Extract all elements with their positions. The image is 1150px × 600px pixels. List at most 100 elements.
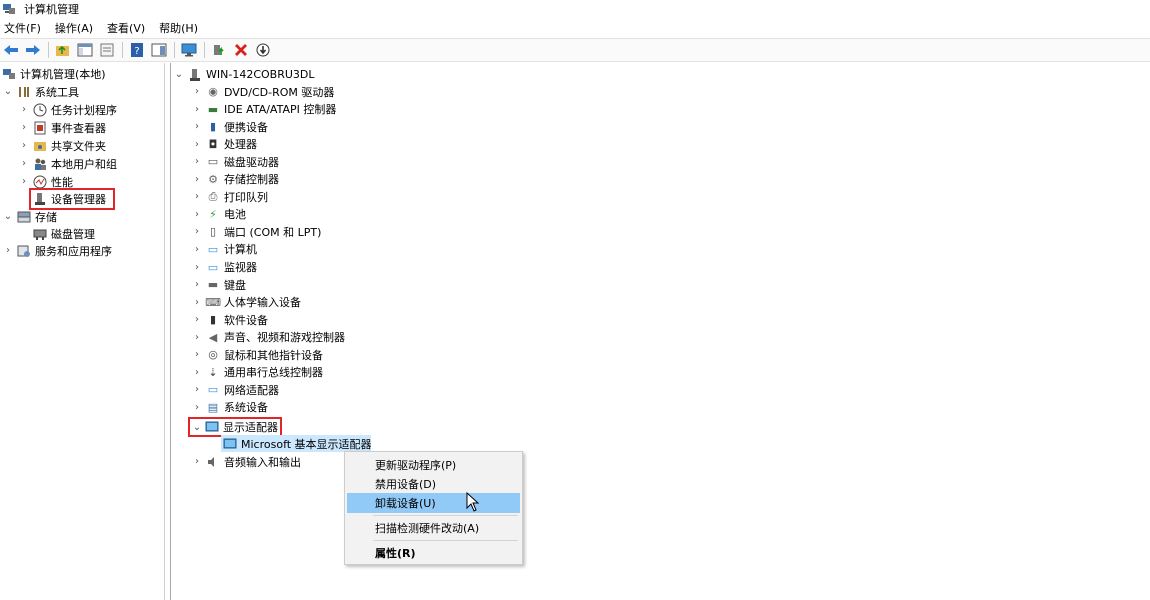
- chevron-right-icon[interactable]: ›: [191, 456, 203, 467]
- chevron-right-icon[interactable]: ›: [191, 156, 203, 167]
- tree-item-device-manager[interactable]: 设备管理器: [29, 188, 115, 210]
- chevron-right-icon[interactable]: ›: [18, 176, 30, 187]
- chevron-right-icon[interactable]: ›: [191, 209, 203, 220]
- up-folder-icon[interactable]: [54, 41, 72, 59]
- chevron-right-icon[interactable]: ›: [2, 245, 14, 256]
- disk-management-icon: [33, 227, 47, 241]
- chevron-right-icon[interactable]: ›: [191, 262, 203, 273]
- storage-icon: [17, 210, 31, 224]
- tree-item-services-apps[interactable]: › 服务和应用程序: [2, 242, 112, 259]
- menu-item-properties[interactable]: 属性(R): [347, 543, 520, 563]
- device-item-basic-display[interactable]: Microsoft 基本显示适配器: [221, 435, 372, 452]
- menu-view[interactable]: 查看(V): [107, 20, 145, 36]
- chevron-right-icon[interactable]: ›: [191, 367, 203, 378]
- chevron-right-icon[interactable]: ›: [191, 226, 203, 237]
- monitor-icon[interactable]: [180, 41, 198, 59]
- device-category[interactable]: › ⚡ 电池: [191, 206, 246, 223]
- chevron-right-icon[interactable]: ›: [191, 297, 203, 308]
- tree-label: 端口 (COM 和 LPT): [224, 225, 322, 239]
- tree-label: 磁盘驱动器: [224, 155, 279, 169]
- chevron-right-icon[interactable]: ›: [191, 314, 203, 325]
- device-category[interactable]: › ▭ 网络适配器: [191, 381, 279, 398]
- chevron-right-icon[interactable]: ›: [191, 121, 203, 132]
- chevron-down-icon[interactable]: ⌄: [173, 69, 185, 80]
- help-icon[interactable]: ?: [128, 41, 146, 59]
- menu-separator: [373, 515, 518, 516]
- chevron-down-icon[interactable]: ⌄: [2, 86, 14, 97]
- device-category-display-adapters[interactable]: ⌄ 显示适配器: [188, 417, 282, 437]
- toolbar: ?: [0, 38, 1150, 62]
- device-category[interactable]: › ▭ 磁盘驱动器: [191, 153, 279, 170]
- device-category[interactable]: › ▬ IDE ATA/ATAPI 控制器: [191, 101, 336, 118]
- chevron-right-icon[interactable]: ›: [191, 402, 203, 413]
- chevron-right-icon[interactable]: ›: [191, 139, 203, 150]
- uninstall-icon[interactable]: [232, 41, 250, 59]
- tree-item-disk-management[interactable]: 磁盘管理: [33, 225, 95, 242]
- chevron-right-icon[interactable]: ›: [191, 244, 203, 255]
- chevron-down-icon[interactable]: ⌄: [2, 211, 14, 222]
- menu-item-disable-device[interactable]: 禁用设备(D): [347, 474, 520, 494]
- device-category[interactable]: › ⚙ 存储控制器: [191, 171, 279, 188]
- tree-label: 声音、视频和游戏控制器: [224, 331, 345, 345]
- chevron-right-icon[interactable]: ›: [191, 279, 203, 290]
- forward-arrow-icon[interactable]: [24, 41, 42, 59]
- chevron-right-icon[interactable]: ›: [18, 104, 30, 115]
- menu-item-scan-hardware[interactable]: 扫描检测硬件改动(A): [347, 518, 520, 538]
- tree-item-shared-folders[interactable]: › 共享文件夹: [18, 137, 106, 154]
- menu-item-uninstall-device[interactable]: 卸载设备(U): [347, 493, 520, 513]
- shared-folder-icon: [33, 139, 47, 153]
- device-category[interactable]: › ▭ 监视器: [191, 259, 257, 276]
- device-category[interactable]: › ▬ 键盘: [191, 276, 246, 293]
- tree-item-system-tools[interactable]: ⌄ 系统工具: [2, 83, 79, 100]
- update-driver-icon[interactable]: [210, 41, 228, 59]
- menu-item-update-driver[interactable]: 更新驱动程序(P): [347, 455, 520, 475]
- disable-device-icon[interactable]: [254, 41, 272, 59]
- device-category[interactable]: › ⇣ 通用串行总线控制器: [191, 364, 323, 381]
- tree-label: 人体学输入设备: [224, 296, 301, 310]
- device-category[interactable]: › ◘ 处理器: [191, 136, 257, 153]
- menu-action[interactable]: 操作(A): [55, 20, 93, 36]
- tree-item-task-scheduler[interactable]: › 任务计划程序: [18, 101, 117, 118]
- tree-label: Microsoft 基本显示适配器: [241, 437, 372, 451]
- device-category-audio-io[interactable]: › 音频输入和输出: [191, 453, 301, 470]
- chevron-right-icon[interactable]: ›: [191, 384, 203, 395]
- tree-label: 任务计划程序: [51, 103, 117, 117]
- tree-item-root[interactable]: 计算机管理(本地): [2, 65, 106, 82]
- device-tree-root[interactable]: ⌄ WIN-142COBRU3DL: [173, 66, 315, 83]
- tree-label: 系统设备: [224, 401, 268, 415]
- tree-label: 存储: [35, 210, 57, 224]
- device-category[interactable]: › ▮ 软件设备: [191, 311, 268, 328]
- chevron-right-icon[interactable]: ›: [191, 86, 203, 97]
- chevron-down-icon[interactable]: ⌄: [191, 422, 203, 433]
- menu-help[interactable]: 帮助(H): [159, 20, 198, 36]
- svg-text:?: ?: [134, 46, 139, 57]
- action-pane-icon[interactable]: [150, 41, 168, 59]
- chevron-right-icon[interactable]: ›: [191, 191, 203, 202]
- tree-label: 磁盘管理: [51, 227, 95, 241]
- tree-item-local-users[interactable]: › 本地用户和组: [18, 155, 117, 172]
- device-category[interactable]: › ◉ DVD/CD-ROM 驱动器: [191, 83, 334, 100]
- device-category[interactable]: › ◎ 鼠标和其他指针设备: [191, 346, 323, 363]
- show-hide-tree-icon[interactable]: [76, 41, 94, 59]
- device-manager-icon: [33, 192, 47, 206]
- tree-item-event-viewer[interactable]: › 事件查看器: [18, 119, 106, 136]
- device-category[interactable]: › ◀ 声音、视频和游戏控制器: [191, 329, 345, 346]
- chevron-right-icon[interactable]: ›: [18, 122, 30, 133]
- menu-file[interactable]: 文件(F): [4, 20, 41, 36]
- back-arrow-icon[interactable]: [2, 41, 20, 59]
- users-icon: [33, 157, 47, 171]
- device-category[interactable]: › ▭ 计算机: [191, 241, 257, 258]
- device-category[interactable]: › ▮ 便携设备: [191, 118, 268, 135]
- tree-item-storage[interactable]: ⌄ 存储: [2, 208, 57, 225]
- chevron-right-icon[interactable]: ›: [191, 174, 203, 185]
- device-category[interactable]: › ⎙ 打印队列: [191, 188, 268, 205]
- chevron-right-icon[interactable]: ›: [191, 332, 203, 343]
- properties-icon[interactable]: [98, 41, 116, 59]
- device-category[interactable]: › ▤ 系统设备: [191, 399, 268, 416]
- chevron-right-icon[interactable]: ›: [18, 140, 30, 151]
- chevron-right-icon[interactable]: ›: [18, 158, 30, 169]
- chevron-right-icon[interactable]: ›: [191, 349, 203, 360]
- device-category[interactable]: › ▯ 端口 (COM 和 LPT): [191, 223, 321, 240]
- device-category[interactable]: › ⌨ 人体学输入设备: [191, 294, 301, 311]
- chevron-right-icon[interactable]: ›: [191, 104, 203, 115]
